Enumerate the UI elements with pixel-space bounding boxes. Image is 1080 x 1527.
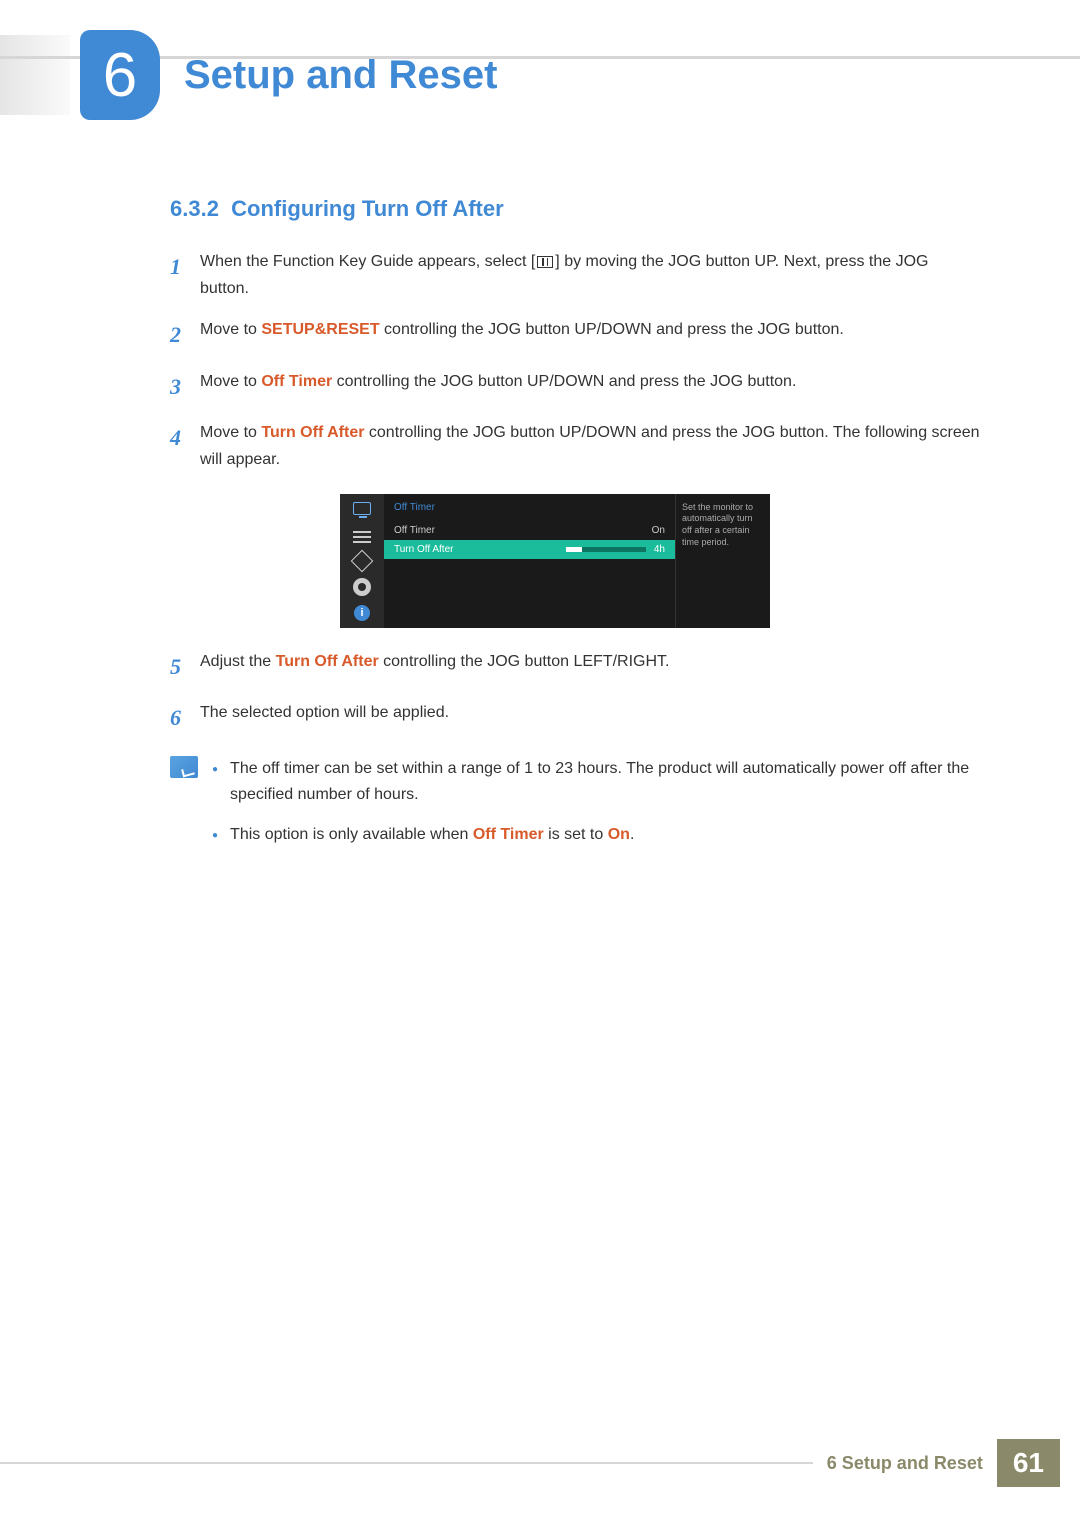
step-1: 1 When the Function Key Guide appears, s… — [170, 248, 980, 302]
step-text: Move to SETUP&RESET controlling the JOG … — [200, 316, 980, 353]
note-text: This option is only available when Off T… — [230, 822, 634, 848]
section-title: Configuring Turn Off After — [231, 196, 504, 221]
note-list: ● The off timer can be set within a rang… — [212, 756, 980, 861]
step-text: Move to Turn Off After controlling the J… — [200, 419, 980, 473]
osd-main: Off Timer Off Timer On Turn Off After 4h — [384, 494, 675, 628]
osd-sidebar: i — [340, 494, 384, 628]
list-icon — [351, 526, 373, 544]
chapter-number: 6 — [103, 40, 137, 111]
menu-icon — [537, 256, 553, 268]
step-text: The selected option will be applied. — [200, 699, 980, 736]
monitor-icon — [351, 500, 373, 518]
osd-row-label: Turn Off After — [394, 544, 453, 555]
step-number: 4 — [170, 419, 200, 473]
osd-row-value: 4h — [654, 544, 665, 555]
bullet-icon: ● — [212, 762, 218, 807]
step-text: When the Function Key Guide appears, sel… — [200, 248, 980, 302]
info-icon: i — [351, 604, 373, 622]
section-number: 6.3.2 — [170, 196, 219, 221]
step-number: 2 — [170, 316, 200, 353]
step-text: Move to Off Timer controlling the JOG bu… — [200, 368, 980, 405]
chapter-badge: 6 — [80, 30, 160, 120]
osd-row-offtimer: Off Timer On — [394, 521, 665, 540]
page-number: 61 — [997, 1439, 1060, 1487]
note-item: ● This option is only available when Off… — [212, 822, 980, 848]
osd-screenshot: i Off Timer Off Timer On Turn Off After … — [340, 494, 770, 628]
osd-row-value: On — [652, 525, 665, 536]
note-text: The off timer can be set within a range … — [230, 756, 980, 807]
osd-slider — [566, 547, 646, 552]
step-number: 3 — [170, 368, 200, 405]
left-shadow — [0, 35, 70, 115]
step-text: Adjust the Turn Off After controlling th… — [200, 648, 980, 685]
step-number: 5 — [170, 648, 200, 685]
step-2: 2 Move to SETUP&RESET controlling the JO… — [170, 316, 980, 353]
step-3: 3 Move to Off Timer controlling the JOG … — [170, 368, 980, 405]
note-icon — [170, 756, 198, 778]
note-item: ● The off timer can be set within a rang… — [212, 756, 980, 807]
page-header: 6 Setup and Reset — [0, 30, 1080, 120]
header-divider — [0, 56, 1080, 59]
chapter-title: Setup and Reset — [184, 53, 497, 98]
step-number: 1 — [170, 248, 200, 302]
footer-divider — [0, 1462, 813, 1464]
step-4: 4 Move to Turn Off After controlling the… — [170, 419, 980, 473]
resize-icon — [351, 552, 373, 570]
bullet-icon: ● — [212, 828, 218, 848]
gear-icon — [351, 578, 373, 596]
step-5: 5 Adjust the Turn Off After controlling … — [170, 648, 980, 685]
content-area: 6.3.2 Configuring Turn Off After 1 When … — [170, 196, 980, 861]
section-heading: 6.3.2 Configuring Turn Off After — [170, 196, 980, 222]
osd-row-label: Off Timer — [394, 525, 435, 536]
osd-row-turnoffafter: Turn Off After 4h — [384, 540, 675, 559]
note-section: ● The off timer can be set within a rang… — [170, 756, 980, 861]
osd-help-text: Set the monitor to automatically turn of… — [675, 494, 770, 628]
footer-chapter-ref: 6 Setup and Reset — [813, 1453, 997, 1474]
osd-title: Off Timer — [394, 502, 665, 513]
page-footer: 6 Setup and Reset 61 — [0, 1439, 1080, 1487]
step-number: 6 — [170, 699, 200, 736]
step-6: 6 The selected option will be applied. — [170, 699, 980, 736]
